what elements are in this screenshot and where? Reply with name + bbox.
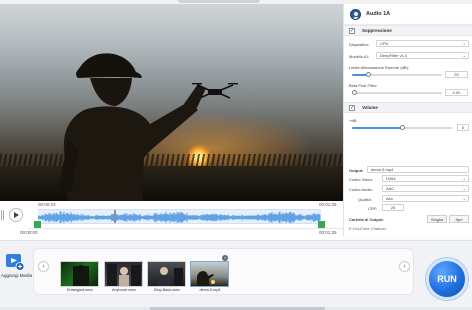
open-folder-button[interactable]: Apri — [449, 215, 469, 223]
db-label: +dB: — [349, 118, 358, 123]
chevron-left-icon[interactable]: ‹ — [38, 261, 49, 272]
video-codec-value: H264 — [386, 176, 396, 181]
chevron-down-icon: ⌄ — [462, 186, 466, 191]
quality-label: Qualità: — [358, 197, 372, 202]
output-filename-value: demo 5.mp4 — [371, 167, 394, 172]
remove-media-button[interactable]: × — [222, 255, 228, 261]
chevron-down-icon: ⌄ — [462, 53, 466, 58]
output-filename-field[interactable]: demo 5.mp4 — [367, 166, 469, 173]
thumbnail-art-2 — [107, 264, 141, 286]
media-thumbnail-3[interactable] — [147, 261, 186, 287]
app-window: 00:00:23 00:01:25 00:00:00 00:01:25 Audi… — [0, 0, 472, 310]
volume-slider-fill — [352, 127, 402, 129]
volume-slider-knob[interactable] — [399, 125, 405, 130]
volume-section-header[interactable]: ✓ Volume — [344, 102, 472, 113]
audio-codec-select[interactable]: AAC ⌄ — [382, 185, 469, 192]
run-button[interactable]: RUN — [426, 258, 468, 300]
audio-codec-value: AAC — [386, 186, 395, 191]
limit-value-field[interactable]: 20 — [445, 71, 468, 78]
crf-label: CRF: — [368, 206, 378, 211]
thumbnail-art-3 — [158, 267, 183, 286]
playhead-marker[interactable] — [114, 210, 117, 223]
media-label-4: demo 5.mp4 — [199, 288, 221, 292]
device-label: Dispositivo: — [349, 42, 370, 47]
add-media-label[interactable]: Aggiungi Media — [1, 273, 32, 278]
postfilter-value-field[interactable]: 0.00 — [445, 89, 468, 96]
noise-section-title: Soppressione — [362, 28, 392, 33]
model-value: DeepFilter v1.0 — [380, 53, 408, 58]
media-label-1: Entangled.wmv — [67, 288, 93, 292]
add-media-icon[interactable] — [5, 253, 25, 271]
noise-enable-checkbox[interactable]: ✓ — [349, 28, 355, 34]
postfilter-slider-knob[interactable] — [352, 90, 357, 95]
output-folder-path: E:\YouTube Channel — [349, 226, 386, 231]
volume-section-title: Volume — [362, 105, 378, 110]
panel-title: Audio 1A — [366, 11, 391, 17]
play-button[interactable] — [9, 208, 23, 222]
media-label-3: Stop Back.wmv — [153, 288, 181, 292]
device-value: CPU — [380, 41, 389, 46]
noise-section-header[interactable]: ✓ Soppressione — [344, 25, 472, 36]
model-label: Modello AI: — [349, 54, 369, 59]
current-time: 00:00:23 — [38, 202, 56, 207]
output-folder-label: Cartella di Output: — [349, 217, 384, 222]
timeline-divider — [28, 228, 343, 229]
range-end-time: 00:01:25 — [319, 230, 337, 235]
volume-enable-checkbox[interactable]: ✓ — [349, 105, 355, 111]
play-icon — [14, 212, 19, 218]
volume-slider[interactable] — [352, 125, 452, 130]
crf-field[interactable]: 20 — [382, 204, 404, 211]
timeline-grip[interactable] — [1, 210, 5, 220]
audio-track-icon — [350, 9, 361, 20]
range-start-time: 00:00:00 — [20, 230, 38, 235]
quality-select[interactable]: Alto ⌄ — [382, 195, 469, 202]
thumbnail-art-4 — [197, 271, 215, 286]
postfilter-label: Beta Post Filtro: — [349, 83, 378, 88]
video-codec-label: Codec Video: — [349, 177, 373, 182]
thumbnail-art-1 — [73, 265, 89, 286]
chevron-down-icon: ⌄ — [462, 196, 466, 201]
drone-silhouette — [192, 83, 238, 99]
trim-start-handle[interactable] — [34, 221, 41, 228]
audio-codec-label: Codec Audio: — [349, 187, 373, 192]
chevron-down-icon: ⌄ — [462, 176, 466, 181]
limit-slider-knob[interactable] — [365, 72, 371, 77]
browse-button[interactable]: Sfoglia — [427, 215, 447, 223]
panel-header: Audio 1A — [344, 4, 472, 25]
limit-label: Limite Attenuazione Rumore (dB): — [349, 65, 410, 70]
video-codec-select[interactable]: H264 ⌄ — [382, 175, 469, 182]
end-time: 00:01:25 — [319, 202, 337, 207]
postfilter-slider[interactable] — [352, 90, 442, 95]
media-thumbnail-1[interactable] — [60, 261, 99, 287]
video-preview[interactable] — [0, 4, 343, 201]
audio-waveform[interactable] — [38, 209, 321, 224]
limit-slider[interactable] — [352, 72, 442, 77]
chevron-down-icon: ⌄ — [462, 41, 466, 46]
trim-end-handle[interactable] — [318, 221, 325, 228]
window-drag-handle[interactable] — [178, 0, 260, 3]
person-silhouette — [58, 53, 206, 201]
model-select[interactable]: DeepFilter v1.0 ⌄ — [376, 52, 469, 59]
volume-value-field[interactable]: 0 — [457, 124, 469, 131]
settings-panel: Audio 1A ✓ Soppressione Dispositivo: CPU… — [343, 4, 472, 236]
quality-value: Alto — [386, 196, 393, 201]
chevron-right-icon[interactable]: › — [399, 261, 410, 272]
media-thumbnail-2[interactable] — [104, 261, 143, 287]
waveform-graphic — [38, 211, 321, 223]
device-select[interactable]: CPU ⌄ — [376, 40, 469, 47]
media-label-2: Anymore.wmv — [111, 288, 137, 292]
media-thumbnail-4[interactable] — [190, 261, 229, 287]
output-label: Output: — [349, 168, 364, 173]
